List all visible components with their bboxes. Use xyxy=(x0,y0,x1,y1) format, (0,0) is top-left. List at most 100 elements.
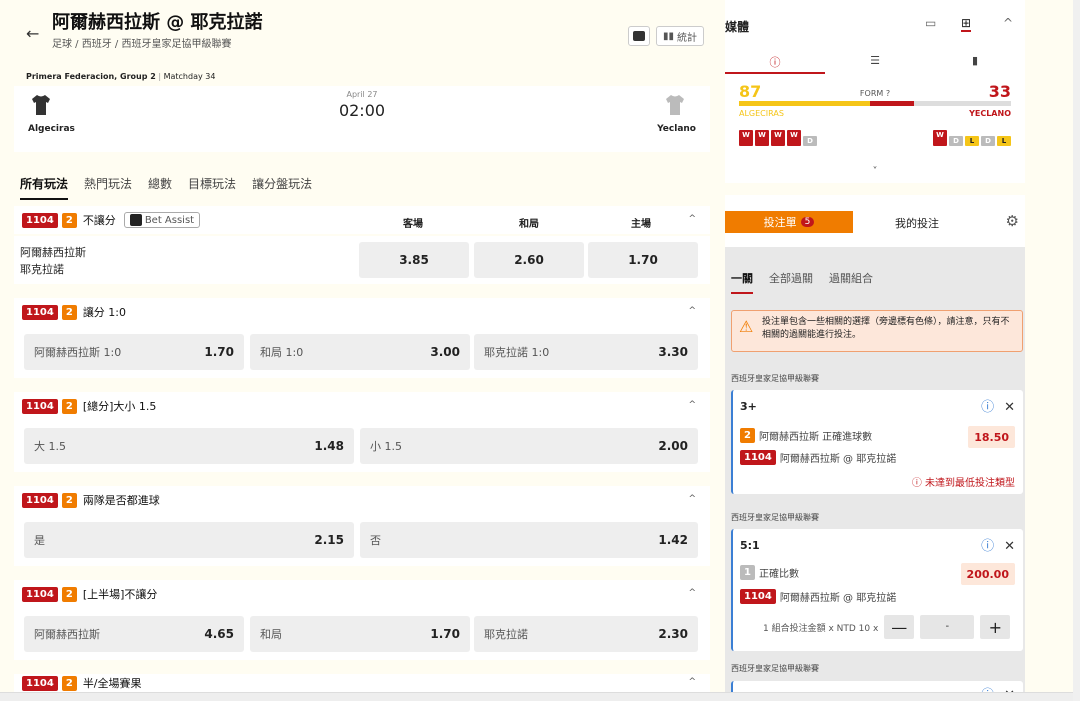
market-header[interactable]: 1104 2 讓分 1:0 ^ xyxy=(14,298,710,326)
stake-input[interactable]: - xyxy=(920,615,975,639)
event-code-badge: 1104 xyxy=(22,586,58,602)
close-icon[interactable]: ✕ xyxy=(1004,400,1015,415)
form-result-badge: W xyxy=(787,130,801,146)
tv-button[interactable] xyxy=(628,26,650,46)
odds-button[interactable]: 耶克拉諾 2.30 xyxy=(474,616,698,652)
bet-count-badge: 5 xyxy=(800,217,815,227)
odds-button[interactable]: 大 1.5 1.48 xyxy=(24,428,354,464)
bet-slip-tab[interactable]: 投注單 5 xyxy=(725,211,853,233)
min-bet-badge: 2 xyxy=(740,428,755,443)
tab-single[interactable]: 一關 xyxy=(731,270,753,294)
stake-row: 1 組合投注金額 x NTD 10 x — - + xyxy=(763,615,1011,639)
list-icon[interactable]: ☰ xyxy=(825,54,925,74)
odds-button[interactable]: 耶克拉諾 1:0 3.30 xyxy=(474,334,698,370)
info-icon[interactable]: ⓘ xyxy=(981,400,994,415)
monitor-icon[interactable]: ▭ xyxy=(925,16,936,30)
market-name: 讓分 1:0 xyxy=(82,306,127,319)
bet-card: 3+ ⓘ ✕ 2 阿爾赫西拉斯 正確進球數 18.50 1104 阿爾赫西拉斯 @ 耶… xyxy=(731,390,1023,494)
odds-button[interactable]: 小 1.5 2.00 xyxy=(360,428,698,464)
bar-chart-icon xyxy=(129,214,142,226)
market-header[interactable]: 1104 2 不讓分 Bet Assist 客場 和局 主場 ^ xyxy=(14,206,710,234)
odds-button[interactable]: 是 2.15 xyxy=(24,522,354,558)
odds-button[interactable]: 3.85 xyxy=(359,242,469,278)
market-header[interactable]: 1104 2 [總分]大小 1.5 ^ xyxy=(14,392,710,420)
league-label: 西班牙皇家足協甲級聯賽 xyxy=(731,374,819,383)
tab-popular[interactable]: 熱門玩法 xyxy=(84,175,132,200)
info-icon[interactable]: ⓘ xyxy=(725,54,825,74)
tab-all-parlay[interactable]: 全部過關 xyxy=(769,270,813,294)
market-teams: 阿爾赫西拉斯 耶克拉諾 xyxy=(20,246,86,276)
tab-goals[interactable]: 目標玩法 xyxy=(188,175,236,200)
collapse-caret-icon[interactable]: ^ xyxy=(688,214,696,224)
form-result-badge: W xyxy=(771,130,785,146)
help-icon[interactable]: ? xyxy=(886,89,890,98)
odds-button[interactable]: 否 1.42 xyxy=(360,522,698,558)
market-body: 阿爾赫西拉斯 4.65 和局 1.70 耶克拉諾 2.30 xyxy=(14,608,710,660)
vertical-scrollbar[interactable] xyxy=(1073,0,1080,701)
min-bet-badge: 2 xyxy=(61,675,77,691)
increase-stake-button[interactable]: + xyxy=(980,615,1011,639)
decrease-stake-button[interactable]: — xyxy=(884,615,915,639)
collapse-caret-icon[interactable]: ^ xyxy=(688,306,696,316)
bet-selection: 3+ xyxy=(740,400,757,413)
close-icon[interactable]: ✕ xyxy=(1004,539,1015,554)
back-arrow-icon[interactable]: ← xyxy=(26,24,39,43)
column-draw: 和局 xyxy=(519,219,539,230)
chevron-up-icon[interactable]: ^ xyxy=(1003,16,1013,30)
collapse-caret-icon[interactable]: ^ xyxy=(688,400,696,410)
odds-button[interactable]: 阿爾赫西拉斯 1:0 1.70 xyxy=(24,334,244,370)
tab-all[interactable]: 所有玩法 xyxy=(20,175,69,200)
form-result-badge: W xyxy=(739,130,753,146)
bet-odds: 18.50 xyxy=(968,426,1015,448)
form-result-badge: W xyxy=(755,130,769,146)
market-header[interactable]: 1104 2 半/全場賽果 ^ xyxy=(14,674,710,692)
tab-parlay-combo[interactable]: 過關組合 xyxy=(829,270,873,294)
horizontal-scrollbar[interactable] xyxy=(0,692,1073,701)
info-icon[interactable]: ⓘ xyxy=(981,539,994,554)
odds-button[interactable]: 2.60 xyxy=(474,242,584,278)
gear-icon[interactable]: ⚙ xyxy=(1006,212,1019,230)
event-code-badge: 1104 xyxy=(22,304,58,320)
breadcrumb[interactable]: 足球 / 西班牙 / 西班牙皇家足協甲級聯賽 xyxy=(52,35,231,50)
related-bets-warning: ⚠ 投注單包含一些相關的選擇（旁邊標有色條），請注意，只有不相關的過關能進行投注… xyxy=(731,310,1023,352)
collapse-caret-icon[interactable]: ^ xyxy=(688,588,696,598)
league-label: 西班牙皇家足協甲級聯賽 xyxy=(731,664,819,673)
media-panel: 媒體 ▭ ⊞ ^ ⓘ ☰ ▮ 87 FORM ? 33 ALGECIRAS YE… xyxy=(725,0,1025,183)
my-bets-tab[interactable]: 我的投注 xyxy=(895,215,939,231)
form-result-badge: L xyxy=(965,136,979,146)
collapse-caret-icon[interactable]: ^ xyxy=(688,494,696,504)
min-bet-badge: 2 xyxy=(61,212,77,228)
form-away-team: YECLANO xyxy=(969,109,1011,118)
tab-totals[interactable]: 總數 xyxy=(148,175,172,200)
chevron-down-icon[interactable]: ˅ xyxy=(725,166,1025,177)
competition-line: Primera Federacion, Group 2 | Matchday 3… xyxy=(26,72,216,81)
min-bet-badge: 2 xyxy=(61,586,77,602)
bar-chart-icon[interactable]: ▮ xyxy=(925,54,1025,74)
bet-card: 5:1 ⓘ ✕ 1 正確比數 200.00 1104 阿爾赫西拉斯 @ 耶克拉諾 1 … xyxy=(731,529,1023,651)
odds-button[interactable]: 和局 1:0 3.00 xyxy=(250,334,470,370)
odds-button[interactable]: 1.70 xyxy=(588,242,698,278)
odds-button[interactable]: 阿爾赫西拉斯 4.65 xyxy=(24,616,244,652)
competition-name: Primera Federacion, Group 2 xyxy=(26,72,156,81)
odds-button[interactable]: 和局 1.70 xyxy=(250,616,470,652)
market-body: 阿爾赫西拉斯 1:0 1.70 和局 1:0 3.00 耶克拉諾 1:0 3.30 xyxy=(14,326,710,378)
bet-assist-button[interactable]: Bet Assist xyxy=(123,212,201,228)
market-header[interactable]: 1104 2 [上半場]不讓分 ^ xyxy=(14,580,710,608)
page-margin xyxy=(1025,0,1080,701)
tab-handicap[interactable]: 讓分盤玩法 xyxy=(252,175,312,200)
pitch-icon[interactable]: ⊞ xyxy=(961,16,972,32)
market-header[interactable]: 1104 2 兩隊是否都進球 ^ xyxy=(14,486,710,514)
league-label: 西班牙皇家足協甲級聯賽 xyxy=(731,513,819,522)
stats-button[interactable]: ▮▮ 統計 xyxy=(656,26,704,46)
min-bet-warning: ⓘ 未達到最低投注類型 xyxy=(911,478,1015,489)
media-title: 媒體 xyxy=(725,20,750,34)
market-name: 半/全場賽果 xyxy=(82,677,142,690)
bet-market: 正確比數 xyxy=(758,569,799,580)
collapse-caret-icon[interactable]: ^ xyxy=(688,677,696,687)
bet-market: 阿爾赫西拉斯 正確進球數 xyxy=(758,432,873,443)
event-code-badge: 1104 xyxy=(22,675,58,691)
form-result-badge: L xyxy=(997,136,1011,146)
match-main: ← 阿爾赫西拉斯 @ 耶克拉諾 足球 / 西班牙 / 西班牙皇家足協甲級聯賽 ▮… xyxy=(0,0,710,701)
match-date: April 27 xyxy=(346,90,378,99)
match-time: 02:00 xyxy=(338,101,386,120)
